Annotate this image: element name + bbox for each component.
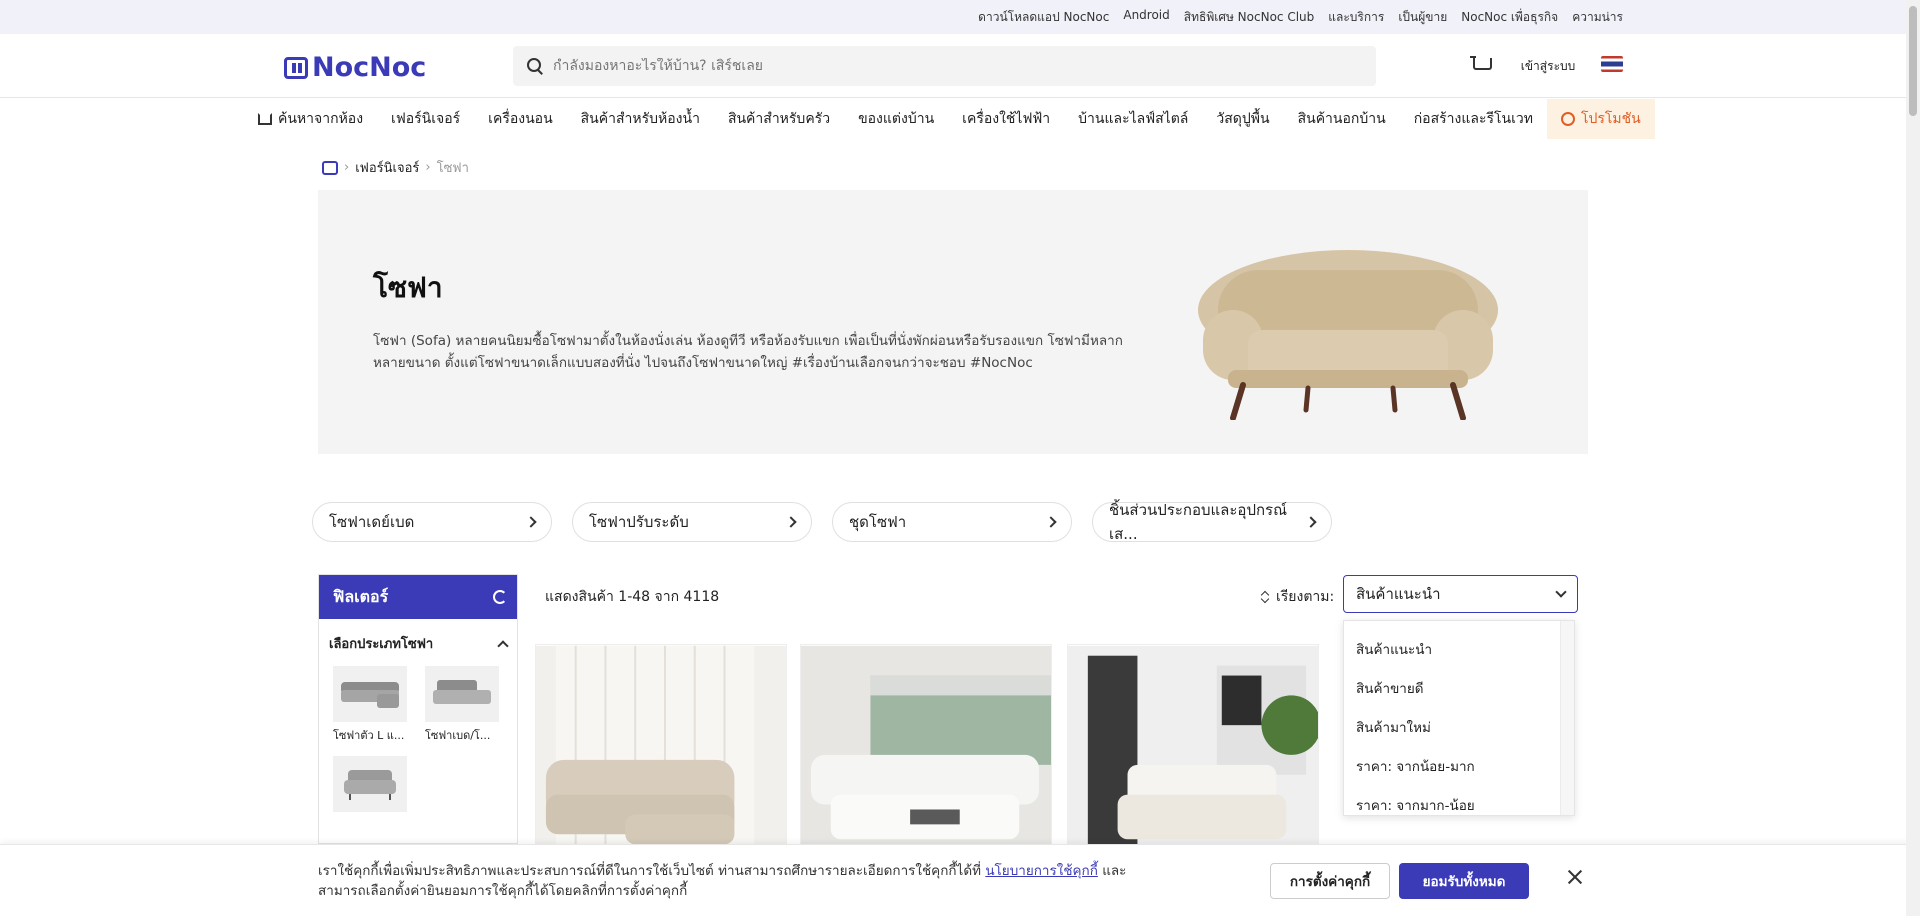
page-title: โซฟา: [373, 271, 443, 304]
close-icon[interactable]: [1563, 865, 1587, 889]
cookie-settings-button[interactable]: การตั้งค่าคุกกี้: [1270, 863, 1390, 899]
product-image: [801, 645, 1051, 845]
logo-icon: [284, 56, 308, 79]
seller-link[interactable]: เป็นผู้ขาย: [1398, 8, 1447, 27]
club-link[interactable]: สิทธิพิเศษ NocNoc Club: [1184, 8, 1315, 27]
sort-label: เรียงตาม:: [1276, 589, 1335, 605]
filter-panel: ฟิลเตอร์ เลือกประเภทโซฟา โซฟาตัว L แ... …: [318, 574, 518, 844]
scrollbar-thumb[interactable]: [1909, 6, 1917, 116]
search-input[interactable]: [553, 58, 1353, 74]
category-description: โซฟา (Sofa) หลายคนนิยมซื้อโซฟามาตั้งในห้…: [373, 333, 1123, 371]
nav-promotion[interactable]: โปรโมชัน: [1546, 99, 1655, 139]
nav-shop-by-room[interactable]: ค้นหาจากห้อง: [244, 99, 377, 139]
nav-bedding[interactable]: เครื่องนอน: [474, 99, 566, 139]
nav-outdoor[interactable]: สินค้านอกบ้าน: [1284, 99, 1400, 139]
dropdown-scrollbar[interactable]: [1560, 621, 1574, 815]
android-link[interactable]: Android: [1123, 8, 1169, 27]
sofa-image: [1198, 250, 1498, 420]
house-icon: [258, 113, 272, 125]
chevron-down-icon[interactable]: [1555, 586, 1567, 598]
page-scrollbar[interactable]: [1906, 0, 1920, 916]
nocnoc-logo[interactable]: NocNoc: [284, 52, 426, 83]
login-button[interactable]: เข้าสู่ระบบ: [1512, 54, 1584, 78]
promo-icon: [1560, 112, 1575, 126]
top-utility-bar: ดาวน์โหลดแอป NocNoc Android สิทธิพิเศษ N…: [0, 0, 1920, 34]
main-header: NocNoc เข้าสู่ระบบ: [0, 34, 1920, 98]
search-bar[interactable]: [513, 46, 1376, 86]
sort-option-price-asc[interactable]: ราคา: จากน้อย-มาก: [1344, 746, 1574, 785]
subcategory-sofa-set[interactable]: ชุดโซฟา: [832, 502, 1072, 542]
sofa-bed-image: [425, 666, 499, 722]
category-nav: ค้นหาจากห้อง เฟอร์นิเจอร์ เครื่องนอน สิน…: [244, 99, 1655, 139]
accept-all-button[interactable]: ยอมรับทั้งหมด: [1399, 863, 1529, 899]
chevron-right-icon: [785, 516, 797, 528]
breadcrumb-separator: ›: [344, 160, 350, 175]
nav-construction[interactable]: ก่อสร้างและรีโนเวท: [1400, 99, 1547, 139]
cart-icon[interactable]: [1470, 54, 1492, 76]
sort-option-recommended[interactable]: สินค้าแนะนำ: [1344, 629, 1574, 668]
filter-title: ฟิลเตอร์: [333, 586, 389, 606]
category-hero: โซฟา โซฟา (Sofa) หลายคนนิยมซื้อโซฟามาตั้…: [318, 190, 1588, 454]
breadcrumb-separator: ›: [425, 160, 431, 175]
breadcrumb-furniture[interactable]: เฟอร์นิเจอร์: [355, 157, 419, 178]
cookie-message: เราใช้คุกกี้เพื่อเพิ่มประสิทธิภาพและประส…: [318, 863, 1127, 899]
sort-option-newest[interactable]: สินค้ามาใหม่: [1344, 707, 1574, 746]
sort-dropdown[interactable]: สินค้าแนะนำ: [1343, 575, 1578, 613]
nav-flooring[interactable]: วัสดุปูพื้น: [1202, 99, 1283, 139]
sort-option-bestseller[interactable]: สินค้าขายดี: [1344, 668, 1574, 707]
nav-bathroom[interactable]: สินค้าสำหรับห้องน้ำ: [567, 99, 714, 139]
standard-sofa-image: [333, 756, 407, 812]
subcategory-recliner[interactable]: โซฟาปรับระดับ: [572, 502, 812, 542]
sort-icon: [1262, 591, 1270, 603]
services-link[interactable]: และบริการ: [1328, 8, 1384, 27]
nav-kitchen[interactable]: สินค้าสำหรับครัว: [714, 99, 844, 139]
sort-option-price-desc[interactable]: ราคา: จากมาก-น้อย: [1344, 785, 1574, 824]
nav-appliances[interactable]: เครื่องใช้ไฟฟ้า: [948, 99, 1064, 139]
sofa-type-toggle[interactable]: เลือกประเภทโซฟา: [319, 619, 517, 660]
top-links: ดาวน์โหลดแอป NocNoc Android สิทธิพิเศษ N…: [978, 8, 1623, 27]
product-image: [1068, 645, 1318, 845]
thai-flag-icon[interactable]: [1601, 56, 1623, 72]
breadcrumb-current[interactable]: โซฟา: [437, 157, 469, 178]
type-sofa-bed[interactable]: โซฟาเบด/โ...: [425, 666, 505, 744]
type-standard[interactable]: [333, 756, 413, 816]
nav-decor[interactable]: ของแต่งบ้าน: [844, 99, 948, 139]
sofa-type-grid: โซฟาตัว L แ... โซฟาเบด/โ...: [319, 660, 517, 822]
breadcrumb: › เฟอร์นิเจอร์ › โซฟา: [322, 157, 469, 178]
nav-furniture[interactable]: เฟอร์นิเจอร์: [377, 99, 474, 139]
chevron-right-icon: [525, 516, 537, 528]
nav-home-lifestyle[interactable]: บ้านและไลฟ์สไตล์: [1064, 99, 1202, 139]
home-icon[interactable]: [322, 160, 338, 175]
filter-group-title: เลือกประเภทโซฟา: [329, 637, 434, 652]
sort-options-list: สินค้าแนะนำ สินค้าขายดี สินค้ามาใหม่ ราค…: [1343, 620, 1575, 816]
chevron-right-icon: [1045, 516, 1057, 528]
sort-label-wrap: เรียงตาม:: [1262, 586, 1334, 608]
download-app-link[interactable]: ดาวน์โหลดแอป NocNoc: [978, 8, 1109, 27]
cookie-banner: เราใช้คุกกี้เพื่อเพิ่มประสิทธิภาพและประส…: [0, 844, 1920, 916]
product-image: [536, 645, 786, 845]
subcategory-parts[interactable]: ชิ้นส่วนประกอบและอุปกรณ์เส...: [1092, 501, 1332, 543]
result-count: แสดงสินค้า 1-48 จาก 4118: [545, 589, 720, 605]
search-icon[interactable]: [527, 58, 543, 74]
l-shape-sofa-image: [333, 666, 407, 722]
trust-link[interactable]: ความน่าร: [1572, 8, 1623, 27]
refresh-icon[interactable]: [493, 590, 507, 604]
business-link[interactable]: NocNoc เพื่อธุรกิจ: [1461, 8, 1558, 27]
subcategory-list: โซฟาเดย์เบด โซฟาปรับระดับ ชุดโซฟา ชิ้นส่…: [312, 501, 1332, 543]
type-l-shape[interactable]: โซฟาตัว L แ...: [333, 666, 413, 744]
filter-header: ฟิลเตอร์: [319, 575, 517, 619]
chevron-up-icon: [497, 639, 509, 652]
subcategory-daybed[interactable]: โซฟาเดย์เบด: [312, 502, 552, 542]
sort-selected: สินค้าแนะนำ: [1356, 585, 1441, 603]
logo-text: NocNoc: [312, 52, 427, 83]
cookie-policy-link[interactable]: นโยบายการใช้คุกกี้: [985, 863, 1098, 879]
